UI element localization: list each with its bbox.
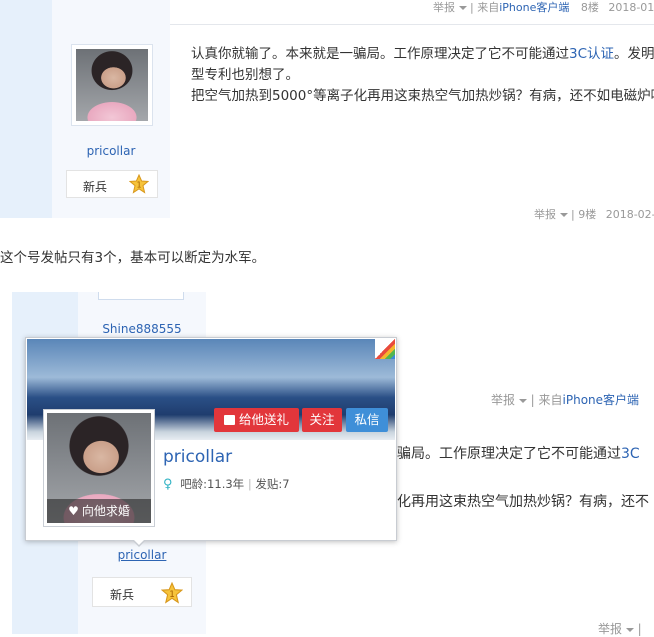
level-number: 1 bbox=[169, 590, 175, 600]
client-link[interactable]: iPhone客户端 bbox=[563, 393, 640, 407]
propose-button[interactable]: ♥ 向他求婚 bbox=[47, 499, 151, 523]
from-label: | 来自 bbox=[470, 1, 500, 14]
post-content: 认真你就输了。本来就是一骗局。工作原理决定了它不可能通过3C认证。发明专利 型专… bbox=[191, 44, 654, 107]
username-link[interactable]: pricollar bbox=[78, 548, 206, 562]
follow-button[interactable]: 关注 bbox=[302, 408, 342, 432]
3c-link[interactable]: 3C认证 bbox=[569, 46, 614, 62]
rank-label: 新兵 bbox=[110, 588, 135, 602]
post-date: 2018-01-2 bbox=[608, 1, 654, 14]
avatar-photo bbox=[76, 49, 148, 121]
avatar[interactable] bbox=[71, 44, 153, 126]
rank-badge[interactable]: 新兵 1 bbox=[92, 577, 192, 607]
forum-age: 吧龄:11.3年 bbox=[180, 477, 245, 491]
post-count: 发贴:7 bbox=[255, 477, 290, 491]
chevron-down-icon bbox=[559, 213, 568, 217]
report-link[interactable]: 举报 bbox=[534, 208, 568, 221]
post2-meta: 举报 | 来自iPhone客户端 bbox=[491, 391, 639, 408]
username-link[interactable]: pricollar bbox=[52, 144, 170, 158]
report-link[interactable]: 举报 | bbox=[598, 620, 642, 637]
divider bbox=[170, 24, 654, 25]
other-avatar-edge bbox=[98, 292, 184, 300]
user-card-popup: 给他送礼 关注 私信 ♥ 向他求婚 pricollar ♀ 吧龄:11.3年 | … bbox=[25, 337, 397, 541]
card-username[interactable]: pricollar bbox=[163, 447, 232, 467]
female-icon: ♀ bbox=[163, 477, 173, 492]
post-line: 把空气加热到5000°等离子化再用这束热空气加热炒锅？有病，还不如电磁炉呢。 bbox=[191, 88, 654, 104]
from-label: | 来自 bbox=[530, 393, 563, 407]
report-link[interactable]: 举报 bbox=[491, 393, 527, 407]
floor-label: 8楼 bbox=[580, 1, 599, 14]
level-number: 1 bbox=[136, 181, 141, 190]
rank-label: 新兵 bbox=[83, 180, 108, 194]
post-meta-bottom: 举报 | 9楼 2018-02-0 bbox=[534, 206, 654, 222]
comment-text: 这个号发帖只有3个，基本可以断定为水军。 bbox=[0, 250, 266, 266]
card-pointer-inner bbox=[133, 539, 145, 545]
floor-label: 9楼 bbox=[578, 208, 597, 221]
post-line: 型专利也别想了。 bbox=[191, 67, 299, 83]
chevron-down-icon bbox=[518, 398, 527, 403]
left-blue-strip bbox=[0, 0, 52, 218]
3c-link[interactable]: 3C bbox=[621, 446, 640, 462]
post2-line: 化再用这束热空气加热炒锅？有病，还不 bbox=[397, 494, 649, 510]
client-link[interactable]: iPhone客户端 bbox=[499, 1, 569, 14]
post-date: 2018-02-0 bbox=[605, 208, 654, 221]
rank-badge[interactable]: 新兵 1 bbox=[66, 170, 158, 198]
post-meta-top: 举报 | 来自iPhone客户端 8楼 2018-01-2 bbox=[433, 0, 654, 15]
heart-icon: ♥ bbox=[68, 504, 79, 518]
level-star-icon: 1 bbox=[161, 582, 183, 604]
post2-line: 骗局。工作原理决定了它不可能通过3C bbox=[397, 446, 640, 462]
card-avatar[interactable]: ♥ 向他求婚 bbox=[43, 409, 155, 527]
cover-corner-icon[interactable] bbox=[375, 339, 395, 359]
chevron-down-icon bbox=[625, 627, 634, 632]
level-star-icon: 1 bbox=[129, 174, 149, 194]
send-gift-button[interactable]: 给他送礼 bbox=[214, 408, 299, 432]
gift-icon bbox=[223, 415, 235, 425]
message-button[interactable]: 私信 bbox=[346, 408, 388, 432]
post-line: 认真你就输了。本来就是一骗局。工作原理决定了它不可能通过3C认证。发明专利 bbox=[191, 46, 654, 62]
other-username-link[interactable]: Shine888555 bbox=[78, 322, 206, 336]
chevron-down-icon bbox=[458, 6, 467, 10]
report-link[interactable]: 举报 bbox=[433, 1, 467, 14]
card-stats: ♀ 吧龄:11.3年 | 发贴:7 bbox=[163, 477, 290, 492]
